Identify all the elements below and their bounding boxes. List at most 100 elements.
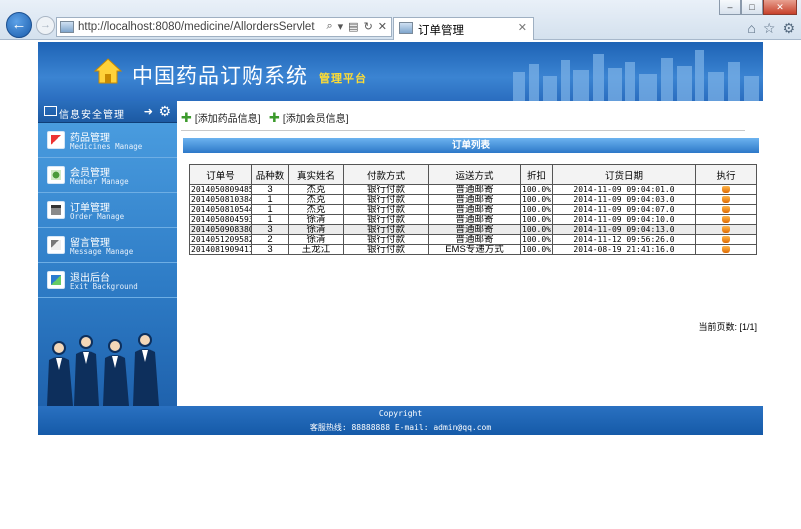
execute-icon[interactable] (722, 215, 730, 223)
cell-order-id: 20140508105445 (189, 204, 252, 215)
medicine-icon (47, 131, 65, 149)
refresh-icon[interactable]: ↻ (364, 20, 373, 33)
address-bar[interactable]: http://localhost:8080/medicine/Allorders… (56, 17, 392, 37)
sidebar-item-messages[interactable]: 留言管理 Message Manage (38, 228, 177, 263)
site-banner: 中国药品订购系统 管理平台 (38, 42, 763, 101)
plus-icon: ✚ (269, 110, 280, 125)
order-icon (47, 201, 65, 219)
compat-view-icon[interactable]: ▤ (348, 20, 358, 33)
settings-gear-icon[interactable]: ⚙ (782, 20, 795, 37)
sidebar-item-sublabel: Medicines Manage (70, 142, 143, 151)
col-header-execute: 执行 (695, 164, 757, 185)
execute-icon[interactable] (722, 245, 730, 253)
cell-real-name: 徐清 (288, 234, 344, 245)
sidebar: 信息安全管理 ➜ ⚙ 药品管理 Medicines Manage 会员管理 Me… (38, 101, 177, 406)
cell-variety-count: 1 (251, 204, 289, 215)
execute-icon[interactable] (722, 205, 730, 213)
cell-order-date: 2014-08-19 21:41:16.0 (552, 244, 696, 255)
cell-variety-count: 3 (251, 184, 289, 195)
city-skyline-image (513, 50, 759, 101)
cell-payment: 银行付款 (343, 204, 429, 215)
page-favicon-icon (60, 21, 74, 33)
col-header-discount: 折扣 (520, 164, 553, 185)
browser-tab[interactable]: 订单管理 ✕ (393, 17, 534, 40)
add-member-label: 添加会员信息 (285, 114, 346, 125)
sidebar-item-members[interactable]: 会员管理 Member Manage (38, 158, 177, 193)
cell-real-name: 王龙江 (288, 244, 344, 255)
cell-order-date: 2014-11-09 09:04:13.0 (552, 224, 696, 235)
orders-table: 订单号 品种数 真实姓名 付款方式 运送方式 折扣 订货日期 执行 201405… (189, 164, 757, 255)
home-icon[interactable]: ⌂ (747, 20, 755, 37)
cell-payment: 银行付款 (343, 214, 429, 225)
browser-chrome: – □ ✕ ← → http://localhost:8080/medicine… (0, 0, 801, 40)
sidebar-item-sublabel: Member Manage (70, 177, 129, 186)
tab-close-icon[interactable]: ✕ (518, 21, 527, 34)
cell-execute (695, 234, 757, 245)
cell-discount: 100.0% (520, 234, 553, 245)
cell-payment: 银行付款 (343, 244, 429, 255)
cell-execute (695, 184, 757, 195)
cell-order-date: 2014-11-09 09:04:03.0 (552, 194, 696, 205)
sidebar-item-sublabel: Exit Background (70, 282, 138, 291)
forward-arrow-icon[interactable]: → (36, 16, 55, 35)
exit-icon (47, 271, 65, 289)
search-icon[interactable]: ⌕ (326, 20, 332, 33)
table-row: 20140508094858 3 杰克 银行付款 普通邮寄 100.0% 201… (189, 184, 757, 195)
cell-discount: 100.0% (520, 204, 553, 215)
dropdown-icon[interactable]: ▾ (338, 20, 344, 33)
web-page: 中国药品订购系统 管理平台 信息安全管理 ➜ ⚙ 药品管理 Medicines … (38, 42, 763, 435)
cell-order-date: 2014-11-09 09:04:01.0 (552, 184, 696, 195)
pagination-info: 当前页数: [1/1] (698, 322, 757, 332)
site-subtitle: 管理平台 (319, 73, 367, 85)
sidebar-header-label: 信息安全管理 (59, 110, 125, 121)
add-medicine-link[interactable]: ✚ [添加药品信息] (181, 110, 260, 126)
cell-real-name: 杰克 (288, 184, 344, 195)
cell-variety-count: 2 (251, 234, 289, 245)
cell-real-name: 杰克 (288, 204, 344, 215)
col-header-shipping: 运送方式 (428, 164, 521, 185)
col-header-payment: 付款方式 (343, 164, 429, 185)
close-window-icon[interactable]: ✕ (763, 0, 797, 15)
order-list-title: 订单列表 (183, 138, 759, 153)
site-title: 中国药品订购系统 (132, 64, 308, 88)
window-controls: – □ ✕ (719, 0, 797, 15)
execute-icon[interactable] (722, 225, 730, 233)
table-row: 20140512095826 2 徐清 银行付款 普通邮寄 100.0% 201… (189, 234, 757, 245)
cell-shipping: 普通邮寄 (428, 194, 521, 205)
back-arrow-icon[interactable]: ← (6, 12, 32, 38)
gear-icon[interactable]: ⚙ (158, 103, 171, 120)
arrow-right-icon[interactable]: ➜ (144, 105, 153, 118)
monitor-icon (44, 106, 57, 116)
address-url[interactable]: http://localhost:8080/medicine/Allorders… (78, 21, 315, 33)
favorites-star-icon[interactable]: ☆ (763, 20, 776, 37)
cell-order-id: 20140819094116 (189, 244, 252, 255)
sidebar-item-orders[interactable]: 订单管理 Order Manage (38, 193, 177, 228)
tab-title: 订单管理 (418, 25, 464, 37)
divider (181, 130, 745, 131)
cell-execute (695, 224, 757, 235)
table-row: 20140508105445 1 杰克 银行付款 普通邮寄 100.0% 201… (189, 204, 757, 215)
execute-icon[interactable] (722, 195, 730, 203)
cell-shipping: 普通邮寄 (428, 204, 521, 215)
cell-real-name: 徐清 (288, 214, 344, 225)
cell-payment: 银行付款 (343, 224, 429, 235)
cell-shipping: 普通邮寄 (428, 214, 521, 225)
cell-execute (695, 214, 757, 225)
business-people-image (47, 333, 159, 406)
add-medicine-label: 添加药品信息 (197, 114, 258, 125)
sidebar-item-medicines[interactable]: 药品管理 Medicines Manage (38, 123, 177, 158)
maximize-icon[interactable]: □ (741, 0, 763, 15)
message-icon (47, 236, 65, 254)
add-member-link[interactable]: ✚ [添加会员信息] (269, 110, 348, 126)
cell-discount: 100.0% (520, 214, 553, 225)
member-icon (47, 166, 65, 184)
cell-order-id: 20140509083805 (189, 224, 252, 235)
minimize-icon[interactable]: – (719, 0, 741, 15)
execute-icon[interactable] (722, 185, 730, 193)
sidebar-item-exit[interactable]: 退出后台 Exit Background (38, 263, 177, 298)
footer-copyright: Copyright (378, 409, 423, 418)
execute-icon[interactable] (722, 235, 730, 243)
cell-variety-count: 1 (251, 194, 289, 205)
cell-payment: 银行付款 (343, 184, 429, 195)
stop-icon[interactable]: ✕ (378, 20, 387, 33)
